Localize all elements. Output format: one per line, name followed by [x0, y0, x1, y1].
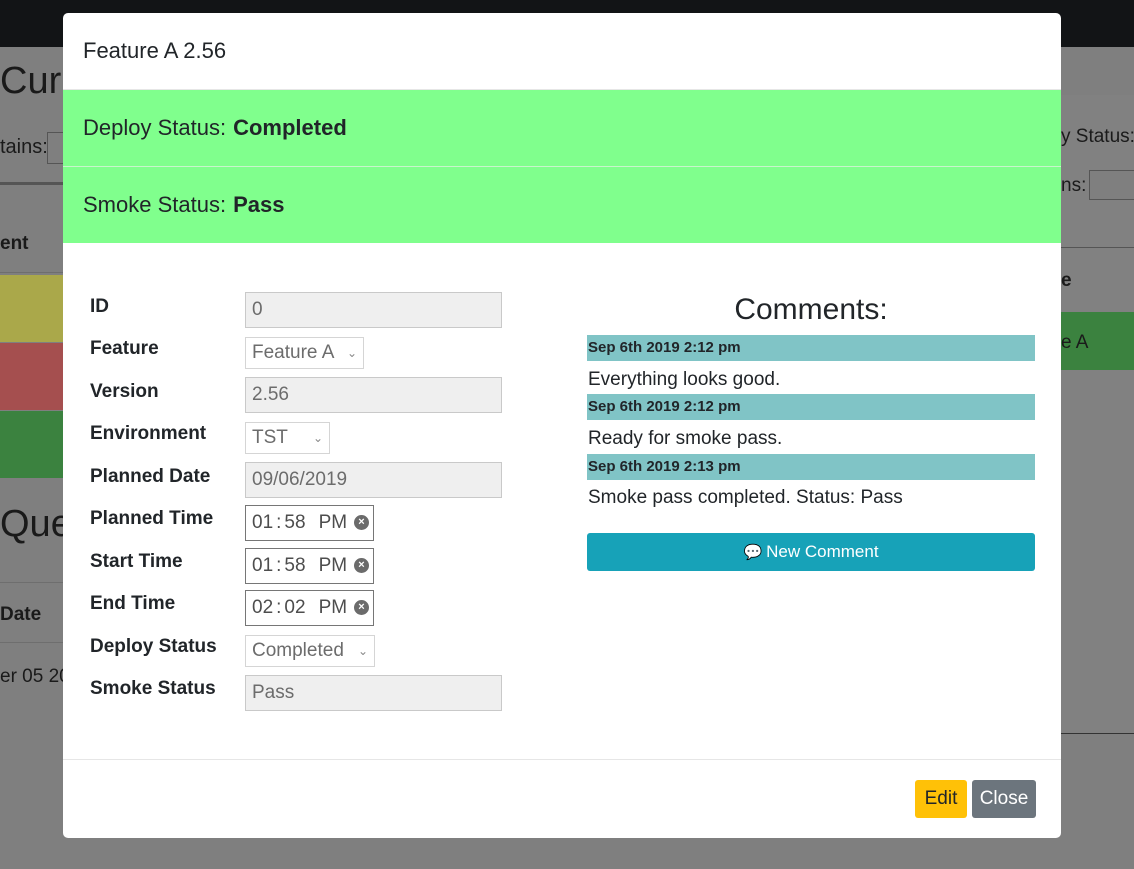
planned-time-input[interactable]: 01:58 PM ×: [245, 505, 374, 541]
deploy-status-select[interactable]: Completed ⌄: [245, 635, 375, 667]
planned-date-label: Planned Date: [90, 466, 211, 487]
deployment-modal: Feature A 2.56 Deploy Status: Completed …: [63, 13, 1061, 838]
feature-label: Feature: [90, 338, 159, 359]
end-time-hours[interactable]: 02: [252, 597, 273, 619]
smoke-status-banner-value: Pass: [233, 192, 285, 217]
planned-time-minutes[interactable]: 58: [284, 512, 305, 534]
comment-text: Smoke pass completed. Status: Pass: [588, 487, 903, 508]
deploy-status-select-value: Completed: [252, 640, 344, 661]
bg-filter-label: tains:: [0, 136, 48, 158]
end-time-ampm[interactable]: PM: [319, 597, 348, 619]
bg-divider: [1061, 247, 1134, 248]
start-time-ampm[interactable]: PM: [319, 555, 348, 577]
clear-time-icon[interactable]: ×: [354, 515, 369, 530]
chevron-down-icon: ⌄: [357, 644, 368, 658]
bg-date-cell: er 05 20: [0, 666, 70, 687]
bg-status-label: y Status:: [1061, 126, 1134, 147]
bg-table-header: ent: [0, 233, 29, 254]
smoke-status-label: Smoke Status: [90, 678, 216, 699]
end-time-minutes[interactable]: 02: [284, 597, 305, 619]
bg-filter-label: ns:: [1061, 175, 1087, 196]
comment-text: Everything looks good.: [588, 369, 781, 390]
planned-time-hours[interactable]: 01: [252, 512, 273, 534]
new-comment-label: New Comment: [766, 542, 879, 561]
smoke-status-field: Pass: [245, 675, 502, 711]
comment-timestamp: Sep 6th 2019 2:13 pm: [587, 454, 1035, 480]
feature-select[interactable]: Feature A ⌄: [245, 337, 364, 369]
smoke-status-banner-label: Smoke Status:: [83, 192, 227, 217]
bg-divider: [0, 582, 63, 583]
deploy-status-banner-value: Completed: [233, 115, 347, 140]
feature-select-value: Feature A: [252, 342, 335, 363]
start-time-hours[interactable]: 01: [252, 555, 273, 577]
planned-time-ampm[interactable]: PM: [319, 512, 348, 534]
deploy-status-label: Deploy Status: [90, 636, 217, 657]
clear-time-icon[interactable]: ×: [354, 600, 369, 615]
start-time-input[interactable]: 01:58 PM ×: [245, 548, 374, 584]
bg-date-header: Date: [0, 604, 42, 625]
close-button[interactable]: Close: [972, 780, 1036, 818]
bg-table-row: [0, 275, 63, 342]
comment-text: Ready for smoke pass.: [588, 428, 783, 449]
start-time-label: Start Time: [90, 551, 183, 572]
version-field: 2.56: [245, 377, 502, 413]
planned-date-field: 09/06/2019: [245, 462, 502, 498]
deploy-status-banner-label: Deploy Status:: [83, 115, 227, 140]
smoke-status-banner: Smoke Status: Pass: [63, 166, 1061, 243]
bg-table-cell: e A: [1061, 332, 1089, 353]
environment-select[interactable]: TST ⌄: [245, 422, 330, 454]
bg-filter-input: [1089, 170, 1134, 200]
bg-divider: [0, 272, 63, 273]
bg-table-header: e: [1061, 270, 1072, 291]
modal-footer-divider: [63, 759, 1061, 760]
start-time-minutes[interactable]: 58: [284, 555, 305, 577]
comment-timestamp: Sep 6th 2019 2:12 pm: [587, 394, 1035, 420]
new-comment-button[interactable]: 💬 New Comment: [587, 533, 1035, 571]
version-label: Version: [90, 381, 159, 402]
deploy-status-banner: Deploy Status: Completed: [63, 90, 1061, 166]
bg-table-row: [0, 343, 63, 410]
modal-title: Feature A 2.56: [63, 13, 1061, 90]
end-time-label: End Time: [90, 593, 176, 614]
bg-divider: [0, 182, 63, 185]
bg-divider: [0, 642, 63, 643]
comment-timestamp: Sep 6th 2019 2:12 pm: [587, 335, 1035, 361]
id-field: 0: [245, 292, 502, 328]
chevron-down-icon: ⌄: [346, 346, 357, 360]
planned-time-label: Planned Time: [90, 508, 214, 529]
comments-title: Comments:: [734, 293, 888, 326]
end-time-input[interactable]: 02:02 PM ×: [245, 590, 374, 626]
edit-button[interactable]: Edit: [915, 780, 967, 818]
clear-time-icon[interactable]: ×: [354, 558, 369, 573]
id-label: ID: [90, 296, 109, 317]
chevron-down-icon: ⌄: [312, 431, 323, 445]
environment-label: Environment: [90, 423, 207, 444]
environment-select-value: TST: [252, 427, 288, 448]
bg-table-row: [0, 411, 63, 478]
comment-icon: 💬: [743, 544, 763, 561]
